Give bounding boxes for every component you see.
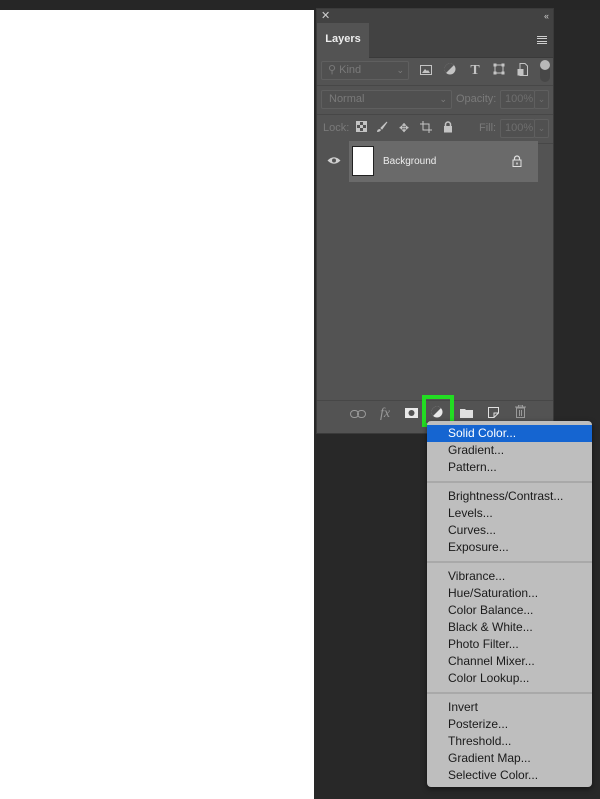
menu-item-posterize[interactable]: Posterize...	[427, 716, 592, 733]
opacity-label: Opacity:	[456, 93, 497, 105]
lock-all-icon[interactable]	[441, 121, 455, 135]
opacity-dropdown[interactable]: ⌄	[534, 90, 549, 109]
filter-toggle[interactable]	[540, 60, 550, 82]
panel-menu-icon[interactable]	[537, 36, 547, 44]
lock-position-icon[interactable]: ✥	[397, 121, 411, 135]
lock-image-pixels-icon[interactable]	[375, 121, 389, 135]
opacity-input[interactable]: 100%	[500, 90, 535, 109]
menu-item-vibrance[interactable]: Vibrance...	[427, 568, 592, 585]
menu-separator	[427, 561, 592, 563]
link-layers-icon[interactable]	[349, 405, 367, 423]
shape-filter-icon[interactable]	[491, 63, 507, 79]
type-filter-icon[interactable]: T	[467, 63, 483, 79]
menu-item-pattern[interactable]: Pattern...	[427, 459, 592, 476]
layers-panel: ✕ ‹‹ Layers ⚲ Kind ⌄ T Normal ⌄ Opacity:…	[316, 8, 554, 434]
menu-item-channel-mixer[interactable]: Channel Mixer...	[427, 653, 592, 670]
add-mask-icon[interactable]	[402, 405, 420, 423]
menu-item-brightness-contrast[interactable]: Brightness/Contrast...	[427, 488, 592, 505]
tab-layers[interactable]: Layers	[317, 23, 369, 58]
fill-input[interactable]: 100%	[500, 119, 535, 138]
close-icon[interactable]: ✕	[321, 9, 330, 23]
menu-item-threshold[interactable]: Threshold...	[427, 733, 592, 750]
menu-item-photo-filter[interactable]: Photo Filter...	[427, 636, 592, 653]
filter-row: ⚲ Kind ⌄ T	[317, 57, 553, 86]
filter-kind-select[interactable]: ⚲ Kind ⌄	[321, 61, 409, 80]
lock-artboard-icon[interactable]	[419, 121, 433, 135]
menu-separator	[427, 692, 592, 694]
blend-row: Normal ⌄ Opacity: 100% ⌄	[317, 86, 553, 115]
menu-item-color-lookup[interactable]: Color Lookup...	[427, 670, 592, 687]
lock-transparent-pixels-icon[interactable]	[354, 121, 368, 135]
smart-object-filter-icon[interactable]	[514, 63, 530, 79]
lock-row: Lock: ✥ Fill: 100% ⌄	[317, 115, 553, 144]
menu-item-color-balance[interactable]: Color Balance...	[427, 602, 592, 619]
adjustment-layer-menu: Solid Color... Gradient... Pattern... Brigh…	[427, 421, 592, 787]
layer-style-icon[interactable]: fx	[376, 405, 394, 423]
blend-mode-value: Normal	[329, 93, 365, 105]
adjustment-filter-icon[interactable]	[442, 63, 458, 79]
panel-header: ✕ ‹‹	[317, 9, 553, 23]
menu-item-exposure[interactable]: Exposure...	[427, 539, 592, 556]
menu-item-curves[interactable]: Curves...	[427, 522, 592, 539]
layer-item-background[interactable]: Background	[349, 141, 538, 182]
layer-name: Background	[383, 156, 437, 167]
fill-dropdown[interactable]: ⌄	[534, 119, 549, 138]
chevron-down-icon: ⌄	[396, 65, 404, 75]
menu-item-gradient[interactable]: Gradient...	[427, 442, 592, 459]
panel-tab-bar: Layers	[317, 23, 553, 58]
collapse-icon[interactable]: ‹‹	[544, 9, 549, 23]
document-canvas[interactable]	[0, 10, 314, 799]
menu-separator	[427, 481, 592, 483]
filter-kind-label: Kind	[339, 64, 362, 76]
blend-mode-select[interactable]: Normal ⌄	[321, 90, 452, 109]
lock-label: Lock:	[323, 122, 350, 134]
eye-icon[interactable]	[327, 153, 341, 168]
menu-item-solid-color[interactable]: Solid Color...	[427, 425, 592, 442]
fill-label: Fill:	[479, 122, 497, 134]
menu-item-levels[interactable]: Levels...	[427, 505, 592, 522]
menu-item-gradient-map[interactable]: Gradient Map...	[427, 750, 592, 767]
menu-item-invert[interactable]: Invert	[427, 699, 592, 716]
layer-row[interactable]: Background	[317, 141, 538, 182]
menu-item-black-white[interactable]: Black & White...	[427, 619, 592, 636]
menu-item-selective-color[interactable]: Selective Color...	[427, 767, 592, 784]
layer-thumbnail	[352, 146, 374, 176]
menu-item-hue-saturation[interactable]: Hue/Saturation...	[427, 585, 592, 602]
chevron-down-icon: ⌄	[439, 94, 447, 104]
image-filter-icon[interactable]	[418, 63, 434, 79]
search-icon: ⚲	[328, 64, 337, 76]
lock-icon	[512, 154, 522, 167]
